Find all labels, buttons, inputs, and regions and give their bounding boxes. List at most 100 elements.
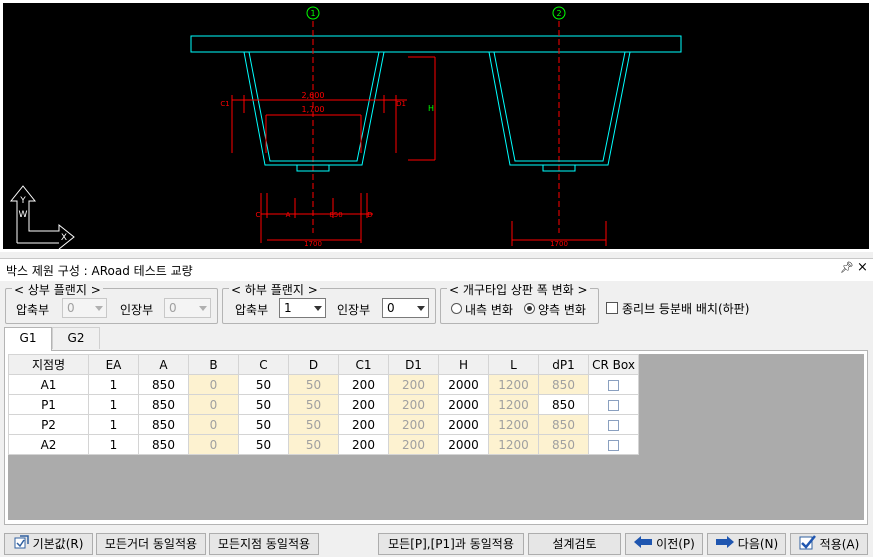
lower-tens-select[interactable]: 0	[382, 298, 429, 318]
inner-change-radio[interactable]	[451, 303, 462, 314]
cad-viewport[interactable]: 1 2 2,600 1,700 C1 D1 H C A 850 D 1700 1…	[3, 3, 869, 250]
upper-comp-value: 0	[67, 301, 75, 315]
both-change-label[interactable]: 양측 변화	[538, 301, 586, 318]
grid-cell[interactable]: 850	[538, 374, 589, 395]
col-header-d[interactable]: D	[288, 354, 339, 375]
grid-cell[interactable]: 1	[88, 434, 139, 455]
table-row[interactable]: P1 1 850 0 50 50 200 200 2000 1200 850	[8, 394, 639, 415]
close-icon[interactable]: ×	[857, 260, 868, 275]
grid-cell[interactable]: 0	[188, 374, 239, 395]
upper-tens-select[interactable]: 0	[164, 298, 211, 318]
col-header-b[interactable]: B	[188, 354, 239, 375]
grid-cell[interactable]: 200	[338, 434, 389, 455]
col-header-c[interactable]: C	[238, 354, 289, 375]
grid-cell[interactable]: 0	[188, 394, 239, 415]
arrow-left-icon	[633, 535, 653, 555]
grid-cell[interactable]: 200	[388, 414, 439, 435]
col-header-d1[interactable]: D1	[388, 354, 439, 375]
design-check-button[interactable]: 설계검토	[528, 533, 621, 555]
col-header-crbox[interactable]: CR Box	[588, 354, 639, 375]
grid-cell[interactable]: 1200	[488, 394, 539, 415]
vertical-rib-label[interactable]: 종리브 등분배 배치(하판)	[622, 300, 749, 317]
crbox-cell[interactable]	[588, 394, 639, 415]
apply-all-girders-button[interactable]: 모든거더 동일적용	[96, 533, 206, 555]
grid-cell[interactable]: 50	[288, 374, 339, 395]
grid-cell[interactable]: 1200	[488, 434, 539, 455]
grid-cell[interactable]: 50	[238, 374, 289, 395]
crbox-cell[interactable]	[588, 434, 639, 455]
grid-cell[interactable]: 200	[338, 414, 389, 435]
tab-g1[interactable]: G1	[4, 327, 52, 351]
upper-tens-label: 인장부	[120, 303, 154, 317]
grid-cell[interactable]: 200	[338, 374, 389, 395]
grid-cell[interactable]: 200	[388, 394, 439, 415]
pin-icon[interactable]: 📌︎	[840, 261, 854, 274]
grid-cell[interactable]: 850	[138, 434, 189, 455]
grid-cell[interactable]: 1	[88, 374, 139, 395]
next-button[interactable]: 다음(N)	[707, 533, 786, 555]
grid-panel: 지점명 EA A B C D C1 D1 H L dP1 CR Box A1 1 8…	[4, 350, 868, 525]
grid-cell[interactable]: 850	[538, 414, 589, 435]
grid-cell[interactable]: 2000	[438, 374, 489, 395]
crbox-checkbox[interactable]	[608, 379, 619, 391]
crbox-cell[interactable]	[588, 414, 639, 435]
crbox-checkbox[interactable]	[608, 439, 619, 451]
col-header-c1[interactable]: C1	[338, 354, 389, 375]
grid-cell[interactable]: 850	[138, 414, 189, 435]
grid-cell[interactable]: 50	[238, 414, 289, 435]
table-row[interactable]: A1 1 850 0 50 50 200 200 2000 1200 850	[8, 374, 639, 395]
lower-flange-group: < 하부 플랜지 > 압축부 1 인장부 0	[222, 281, 436, 324]
table-row[interactable]: P2 1 850 0 50 50 200 200 2000 1200 850	[8, 414, 639, 435]
grid-cell[interactable]: 0	[188, 434, 239, 455]
grid-cell[interactable]: 1200	[488, 374, 539, 395]
grid-cell[interactable]: 1	[88, 414, 139, 435]
grid-cell[interactable]: P1	[8, 394, 89, 415]
crbox-checkbox[interactable]	[608, 399, 619, 411]
grid-cell[interactable]: 200	[338, 394, 389, 415]
default-button[interactable]: 기본값(R)	[4, 533, 93, 555]
crbox-cell[interactable]	[588, 374, 639, 395]
grid-cell[interactable]: 200	[388, 374, 439, 395]
grid-cell[interactable]: 50	[238, 434, 289, 455]
inner-change-label[interactable]: 내측 변화	[465, 301, 513, 318]
bottom-850-label: 850	[329, 211, 342, 219]
chevron-down-icon	[199, 306, 207, 311]
grid-cell[interactable]: 50	[288, 394, 339, 415]
col-header-name[interactable]: 지점명	[8, 354, 89, 375]
grid-cell[interactable]: 850	[538, 394, 589, 415]
col-header-ea[interactable]: EA	[88, 354, 139, 375]
upper-comp-select[interactable]: 0	[62, 298, 107, 318]
apply-button[interactable]: 적용(A)	[790, 533, 868, 555]
grid-cell[interactable]: A1	[8, 374, 89, 395]
grid-cell[interactable]: P2	[8, 414, 89, 435]
col-header-a[interactable]: A	[138, 354, 189, 375]
grid-cell[interactable]: 2000	[438, 394, 489, 415]
apply-all-p-p1-button[interactable]: 모든[P],[P1]과 동일적용	[378, 533, 524, 555]
grid-cell[interactable]: 2000	[438, 414, 489, 435]
grid-cell[interactable]: 850	[538, 434, 589, 455]
prev-button[interactable]: 이전(P)	[625, 533, 703, 555]
grid-cell[interactable]: 200	[388, 434, 439, 455]
grid-cell[interactable]: 50	[288, 414, 339, 435]
grid-cell[interactable]: 1	[88, 394, 139, 415]
grid-cell[interactable]: 2000	[438, 434, 489, 455]
col-header-dp1[interactable]: dP1	[538, 354, 589, 375]
lower-comp-select[interactable]: 1	[279, 298, 326, 318]
apply-all-supports-button[interactable]: 모든지점 동일적용	[209, 533, 319, 555]
col-header-h[interactable]: H	[438, 354, 489, 375]
grid-cell[interactable]: 50	[238, 394, 289, 415]
vertical-rib-checkbox[interactable]	[606, 302, 618, 314]
grid-cell[interactable]: A2	[8, 434, 89, 455]
grid-cell[interactable]: 1200	[488, 414, 539, 435]
crbox-checkbox[interactable]	[608, 419, 619, 431]
grid-cell[interactable]: 850	[138, 394, 189, 415]
grid-cell[interactable]: 50	[288, 434, 339, 455]
both-change-radio[interactable]	[524, 303, 535, 314]
dim-c1-label: C1	[220, 100, 229, 108]
support-grid[interactable]: 지점명 EA A B C D C1 D1 H L dP1 CR Box A1 1 8…	[8, 354, 639, 455]
col-header-l[interactable]: L	[488, 354, 539, 375]
grid-cell[interactable]: 850	[138, 374, 189, 395]
grid-cell[interactable]: 0	[188, 414, 239, 435]
tab-g2[interactable]: G2	[52, 327, 100, 349]
table-row[interactable]: A2 1 850 0 50 50 200 200 2000 1200 850	[8, 434, 639, 455]
